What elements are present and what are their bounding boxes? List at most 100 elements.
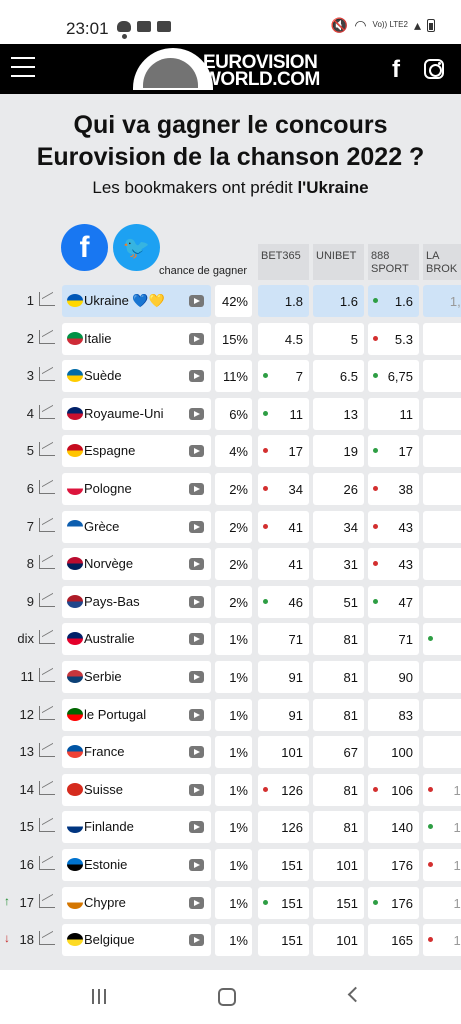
odds-cell[interactable]: 126	[258, 811, 309, 844]
odds-cell[interactable]: 83	[368, 698, 419, 731]
odds-cell[interactable]: 176	[368, 848, 419, 881]
odds-cell[interactable]: 2	[423, 472, 461, 505]
country-cell[interactable]: Chypre	[62, 886, 211, 919]
odds-cell[interactable]: 7	[258, 360, 309, 393]
odds-cell[interactable]: 71	[258, 623, 309, 656]
chart-trend-icon[interactable]	[39, 818, 55, 833]
odds-cell[interactable]: 176	[368, 886, 419, 919]
odds-cell[interactable]: 1.6	[368, 285, 419, 317]
odds-cell[interactable]: 4	[423, 585, 461, 618]
play-video-icon[interactable]	[189, 708, 204, 721]
odds-cell[interactable]: 126	[258, 773, 309, 806]
play-video-icon[interactable]	[189, 445, 204, 458]
play-video-icon[interactable]	[189, 332, 204, 345]
chart-trend-icon[interactable]	[39, 329, 55, 344]
hamburger-menu-icon[interactable]	[11, 57, 35, 79]
country-cell[interactable]: Pays-Bas	[62, 585, 211, 618]
country-cell[interactable]: le Portugal	[62, 698, 211, 731]
country-cell[interactable]: Australie	[62, 623, 211, 656]
odds-cell[interactable]: 6	[423, 698, 461, 731]
odds-cell[interactable]: 13	[313, 397, 364, 430]
odds-cell[interactable]: 17	[368, 435, 419, 468]
odds-cell[interactable]: 6,75	[368, 360, 419, 393]
odds-cell[interactable]: 43	[368, 548, 419, 581]
odds-cell[interactable]: 81	[313, 811, 364, 844]
odds-cell[interactable]: 1.8	[258, 285, 309, 317]
play-video-icon[interactable]	[189, 633, 204, 646]
bookmaker-header-2[interactable]: 888 SPORT	[368, 244, 419, 280]
odds-cell[interactable]: 34	[258, 472, 309, 505]
chart-trend-icon[interactable]	[39, 292, 55, 306]
odds-cell[interactable]	[423, 397, 461, 430]
odds-cell[interactable]: 101	[313, 848, 364, 881]
play-video-icon[interactable]	[189, 783, 204, 796]
chart-trend-icon[interactable]	[39, 555, 55, 570]
odds-cell[interactable]: 151	[313, 886, 364, 919]
chart-trend-icon[interactable]	[39, 404, 55, 419]
odds-cell[interactable]: 41	[258, 548, 309, 581]
country-cell[interactable]: Finlande	[62, 811, 211, 844]
country-cell[interactable]: Pologne	[62, 472, 211, 505]
odds-cell[interactable]: 12	[423, 773, 461, 806]
odds-cell[interactable]: 81	[313, 660, 364, 693]
odds-cell[interactable]: 17	[258, 435, 309, 468]
recent-apps-icon[interactable]	[92, 989, 106, 1004]
share-twitter-button[interactable]: 🐦	[113, 224, 160, 271]
odds-cell[interactable]	[423, 435, 461, 468]
odds-cell[interactable]: 90	[368, 660, 419, 693]
country-cell[interactable]: Royaume-Uni	[62, 397, 211, 430]
odds-cell[interactable]: 15	[423, 886, 461, 919]
country-cell[interactable]: Suède	[62, 360, 211, 393]
odds-cell[interactable]: 67	[313, 736, 364, 769]
country-cell[interactable]: Suisse	[62, 773, 211, 806]
play-video-icon[interactable]	[189, 858, 204, 871]
odds-cell[interactable]: 101	[313, 924, 364, 957]
country-cell[interactable]: Ukraine 💙💛	[62, 285, 211, 317]
odds-cell[interactable]: 34	[313, 510, 364, 543]
country-cell[interactable]: France	[62, 736, 211, 769]
odds-cell[interactable]: 81	[313, 773, 364, 806]
odds-cell[interactable]: 10	[423, 924, 461, 957]
chart-trend-icon[interactable]	[39, 630, 55, 645]
chart-trend-icon[interactable]	[39, 667, 55, 682]
odds-cell[interactable]: 31	[313, 548, 364, 581]
play-video-icon[interactable]	[189, 482, 204, 495]
home-icon[interactable]	[218, 988, 236, 1006]
play-video-icon[interactable]	[189, 295, 204, 307]
odds-cell[interactable]: 91	[258, 698, 309, 731]
odds-cell[interactable]: 140	[368, 811, 419, 844]
play-video-icon[interactable]	[189, 407, 204, 420]
play-video-icon[interactable]	[189, 746, 204, 759]
play-video-icon[interactable]	[189, 821, 204, 834]
country-cell[interactable]: Belgique	[62, 924, 211, 957]
odds-cell[interactable]: 5	[313, 322, 364, 355]
odds-cell[interactable]: 26	[313, 472, 364, 505]
odds-cell[interactable]: 51	[313, 585, 364, 618]
chart-trend-icon[interactable]	[39, 931, 55, 946]
odds-cell[interactable]: 106	[368, 773, 419, 806]
back-icon[interactable]	[347, 986, 364, 1003]
odds-cell[interactable]: 81	[313, 698, 364, 731]
chart-trend-icon[interactable]	[39, 517, 55, 532]
odds-cell[interactable]: 165	[368, 924, 419, 957]
chart-trend-icon[interactable]	[39, 855, 55, 870]
odds-cell[interactable]: 151	[258, 886, 309, 919]
odds-cell[interactable]: 10	[423, 848, 461, 881]
play-video-icon[interactable]	[189, 595, 204, 608]
odds-cell[interactable]: 11	[258, 397, 309, 430]
odds-cell[interactable]: 91	[258, 660, 309, 693]
eurovision-world-logo[interactable]: EUROVISION WORLD.COM	[133, 48, 333, 90]
bookmaker-header-0[interactable]: BET365	[258, 244, 309, 280]
odds-cell[interactable]: 41	[258, 510, 309, 543]
odds-cell[interactable]: 101	[258, 736, 309, 769]
chart-trend-icon[interactable]	[39, 592, 55, 607]
odds-cell[interactable]: 151	[258, 848, 309, 881]
odds-cell[interactable]: 81	[313, 623, 364, 656]
odds-cell[interactable]: 6	[423, 623, 461, 656]
country-cell[interactable]: Italie	[62, 322, 211, 355]
odds-cell[interactable]	[423, 322, 461, 355]
bookmaker-header-1[interactable]: UNIBET	[313, 244, 364, 280]
odds-cell[interactable]: 38	[368, 472, 419, 505]
odds-cell[interactable]: 1,7	[423, 285, 461, 317]
chart-trend-icon[interactable]	[39, 893, 55, 908]
